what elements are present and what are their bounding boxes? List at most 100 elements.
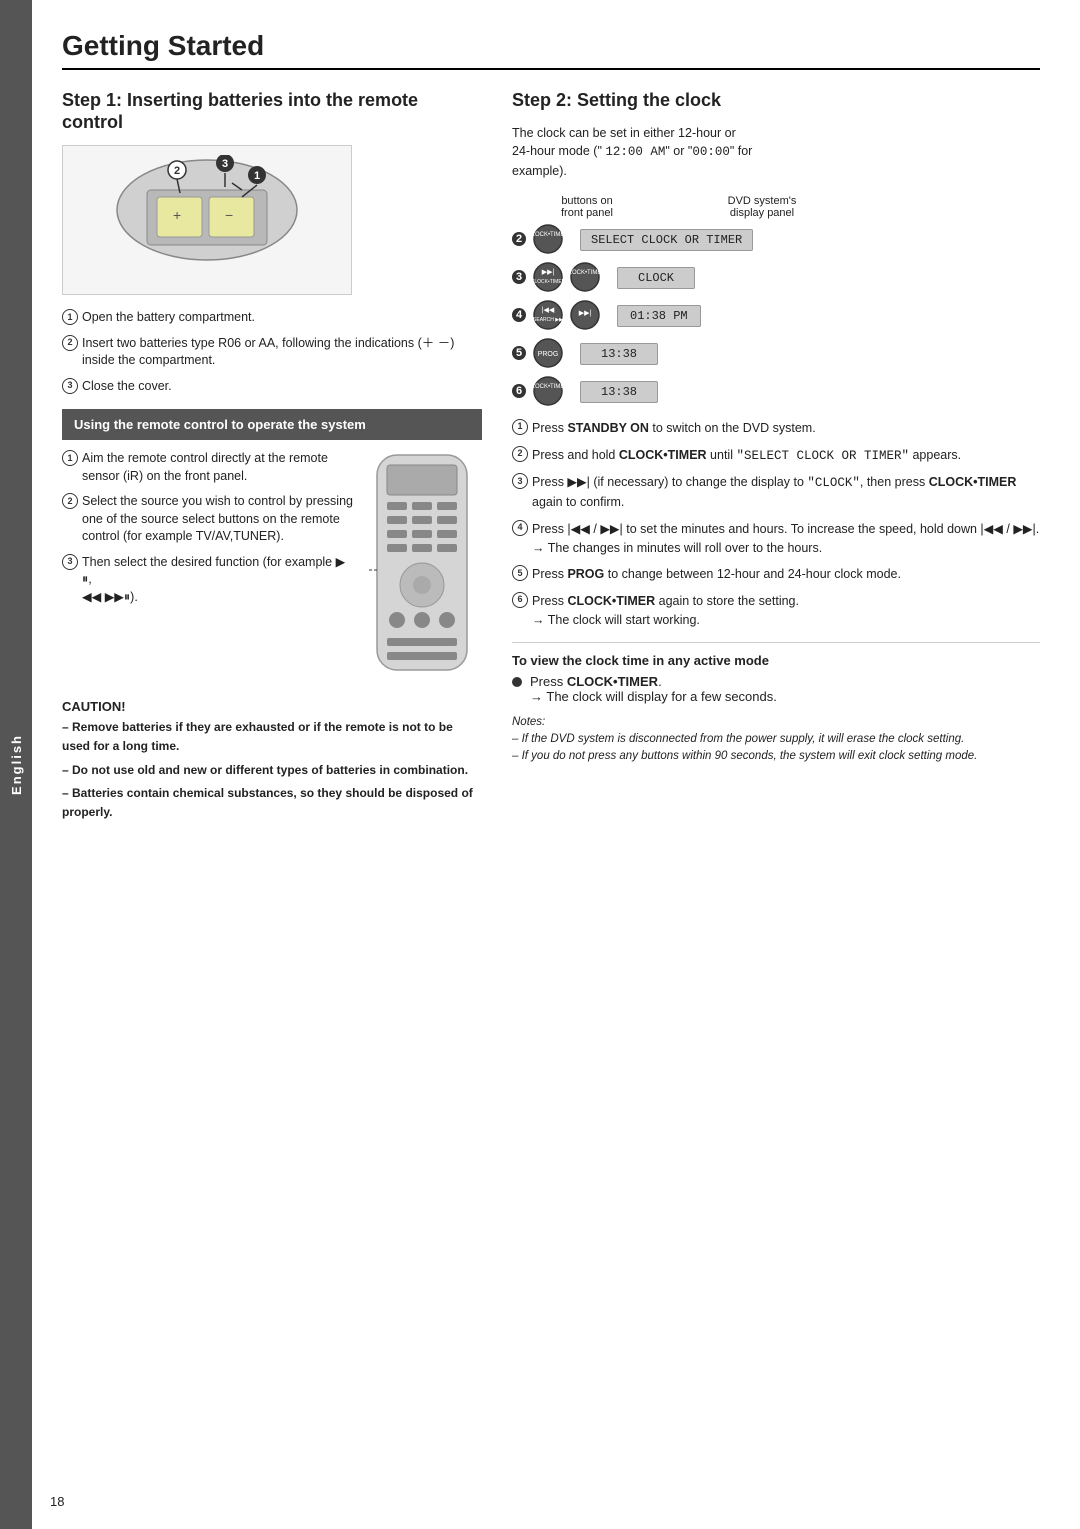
- svg-text:CLOCK•TIMER: CLOCK•TIMER: [532, 279, 564, 285]
- diagram-row-2: 2 CLOCK•TIMER SELECT CLOCK OR TIMER: [512, 223, 1040, 255]
- step1-items: 1 Open the battery compartment. 2 Insert…: [62, 309, 482, 395]
- clock-btn-svg-6: CLOCK•TIMER: [532, 375, 564, 407]
- clock-num-2: 2: [512, 446, 528, 462]
- step1-num-1: 1: [62, 309, 78, 325]
- col1-label1: buttons on: [542, 195, 632, 207]
- caution-text: – Remove batteries if they are exhausted…: [62, 718, 482, 822]
- clock-instructions: 1 Press STANDBY ON to switch on the DVD …: [512, 419, 1040, 630]
- right-column: Step 2: Setting the clock The clock can …: [512, 90, 1040, 822]
- clock-num-5: 5: [512, 565, 528, 581]
- diag-display-2: SELECT CLOCK OR TIMER: [580, 231, 753, 247]
- caution-title: CAUTION!: [62, 699, 482, 714]
- svg-text:▶▶|: ▶▶|: [579, 310, 592, 317]
- page-title: Getting Started: [62, 30, 1040, 70]
- diagram-row-3: 3 ▶▶| CLOCK•TIMER CLOCK•TIMER: [512, 261, 1040, 293]
- svg-text:CLOCK•TIMER: CLOCK•TIMER: [532, 384, 564, 390]
- clock-btn-svg-3: CLOCK•TIMER: [569, 261, 601, 293]
- svg-text:PROG: PROG: [538, 351, 559, 358]
- svg-text:−: −: [225, 207, 233, 223]
- diag-btns-3: ▶▶| CLOCK•TIMER CLOCK•TIMER: [532, 261, 601, 293]
- svg-text:|◀◀: |◀◀: [542, 307, 555, 314]
- remote-step-num-1: 1: [62, 450, 78, 466]
- svg-text:+: +: [173, 207, 181, 223]
- col2-label2: display panel: [682, 207, 842, 219]
- clock-num-1: 1: [512, 419, 528, 435]
- notes-section: Notes: – If the DVD system is disconnect…: [512, 714, 1040, 766]
- remote-step-3: 3 Then select the desired function (for …: [62, 554, 357, 607]
- step2-title: Step 2: Setting the clock: [512, 90, 1040, 112]
- caution-section: CAUTION! – Remove batteries if they are …: [62, 699, 482, 822]
- diag-btns-6: CLOCK•TIMER: [532, 375, 564, 407]
- remote-illustration: [367, 450, 482, 683]
- ffwd-btn-svg: ▶▶| CLOCK•TIMER: [532, 261, 564, 293]
- clock-instr-4: 4 Press |◀◀ / ▶▶| to set the minutes and…: [512, 520, 1040, 558]
- remote-step-text-1: Aim the remote control directly at the r…: [82, 450, 357, 485]
- to-view-item: Press CLOCK•TIMER. → The clock will disp…: [512, 674, 1040, 704]
- clock-text-3: Press ▶▶| (if necessary) to change the d…: [532, 473, 1040, 512]
- caution-line-1: – Remove batteries if they are exhausted…: [62, 718, 482, 756]
- bullet-dot: [512, 677, 522, 687]
- step1-text-3: Close the cover.: [82, 378, 482, 396]
- col2-label1: DVD system's: [682, 195, 842, 207]
- remote-step-text-3: Then select the desired function (for ex…: [82, 554, 357, 607]
- clock-text-1: Press STANDBY ON to switch on the DVD sy…: [532, 419, 1040, 438]
- caution-line-2: – Do not use old and new or different ty…: [62, 761, 482, 780]
- clock-btn-svg-2: CLOCK•TIMER: [532, 223, 564, 255]
- diag-btns-2: CLOCK•TIMER: [532, 223, 564, 255]
- svg-text:SEARCH ▶▶: SEARCH ▶▶: [533, 317, 563, 323]
- remote-step-text-2: Select the source you wish to control by…: [82, 493, 357, 546]
- svg-text:3: 3: [222, 158, 228, 170]
- clock-instr-5: 5 Press PROG to change between 12-hour a…: [512, 565, 1040, 584]
- diagram-headers: buttons on front panel DVD system's disp…: [542, 195, 1040, 219]
- diag-num-2: 2: [512, 232, 526, 246]
- svg-text:CLOCK•TIMER: CLOCK•TIMER: [569, 270, 601, 276]
- diagram-row-4: 4 |◀◀ SEARCH ▶▶ ▶▶|: [512, 299, 1040, 331]
- caution-line-3: – Batteries contain chemical substances,…: [62, 784, 482, 822]
- step1-num-2: 2: [62, 335, 78, 351]
- clock-text-5: Press PROG to change between 12-hour and…: [532, 565, 1040, 584]
- step1-text-2: Insert two batteries type R06 or AA, fol…: [82, 335, 482, 370]
- diag-display-6: 13:38: [580, 383, 658, 399]
- clock-text-6: Press CLOCK•TIMER again to store the set…: [532, 592, 1040, 630]
- clock-num-4: 4: [512, 520, 528, 536]
- step1-item-1: 1 Open the battery compartment.: [62, 309, 482, 327]
- step1-num-3: 3: [62, 378, 78, 394]
- battery-diagram: + − 1 2 3: [62, 145, 352, 295]
- diagram-header-col2: DVD system's display panel: [682, 195, 842, 219]
- language-label: English: [9, 734, 24, 795]
- notes-label: Notes:: [512, 714, 1040, 731]
- clock-diagram: buttons on front panel DVD system's disp…: [512, 195, 1040, 407]
- clock-instr-1: 1 Press STANDBY ON to switch on the DVD …: [512, 419, 1040, 438]
- clock-note-4: → The changes in minutes will roll over …: [532, 541, 822, 555]
- diagram-row-6: 6 CLOCK•TIMER 13:38: [512, 375, 1040, 407]
- language-tab: English: [0, 0, 32, 1529]
- clock-text-2: Press and hold CLOCK•TIMER until "SELECT…: [532, 446, 1040, 466]
- to-view-title: To view the clock time in any active mod…: [512, 653, 1040, 668]
- diag-btns-5: PROG: [532, 337, 564, 369]
- remote-step-num-3: 3: [62, 554, 78, 570]
- clock-instr-6: 6 Press CLOCK•TIMER again to store the s…: [512, 592, 1040, 630]
- clock-example-1: 12:00 AM: [605, 145, 665, 159]
- svg-text:CLOCK•TIMER: CLOCK•TIMER: [532, 232, 564, 238]
- to-view-section: To view the clock time in any active mod…: [512, 642, 1040, 704]
- diagram-row-5: 5 PROG 13:38: [512, 337, 1040, 369]
- diag-display-3: CLOCK: [617, 269, 695, 285]
- to-view-text: Press CLOCK•TIMER. → The clock will disp…: [530, 674, 777, 704]
- notes-line-1: – If the DVD system is disconnected from…: [512, 731, 1040, 748]
- diag-num-5: 5: [512, 346, 526, 360]
- clock-example-2: 00:00: [692, 145, 730, 159]
- remote-step-num-2: 2: [62, 493, 78, 509]
- to-view-note: → The clock will display for a few secon…: [530, 689, 777, 704]
- remote-svg: [367, 450, 477, 680]
- battery-svg: + − 1 2 3: [77, 155, 337, 285]
- step1-title: Step 1: Inserting batteries into the rem…: [62, 90, 482, 133]
- diag-display-5: 13:38: [580, 345, 658, 361]
- remote-step-2: 2 Select the source you wish to control …: [62, 493, 357, 546]
- page-number: 18: [50, 1494, 64, 1509]
- rew-btn-svg: |◀◀ SEARCH ▶▶: [532, 299, 564, 331]
- remote-operation-section: 1 Aim the remote control directly at the…: [62, 450, 482, 683]
- col1-label2: front panel: [542, 207, 632, 219]
- highlight-box: Using the remote control to operate the …: [62, 409, 482, 440]
- step1-item-3: 3 Close the cover.: [62, 378, 482, 396]
- diag-num-4: 4: [512, 308, 526, 322]
